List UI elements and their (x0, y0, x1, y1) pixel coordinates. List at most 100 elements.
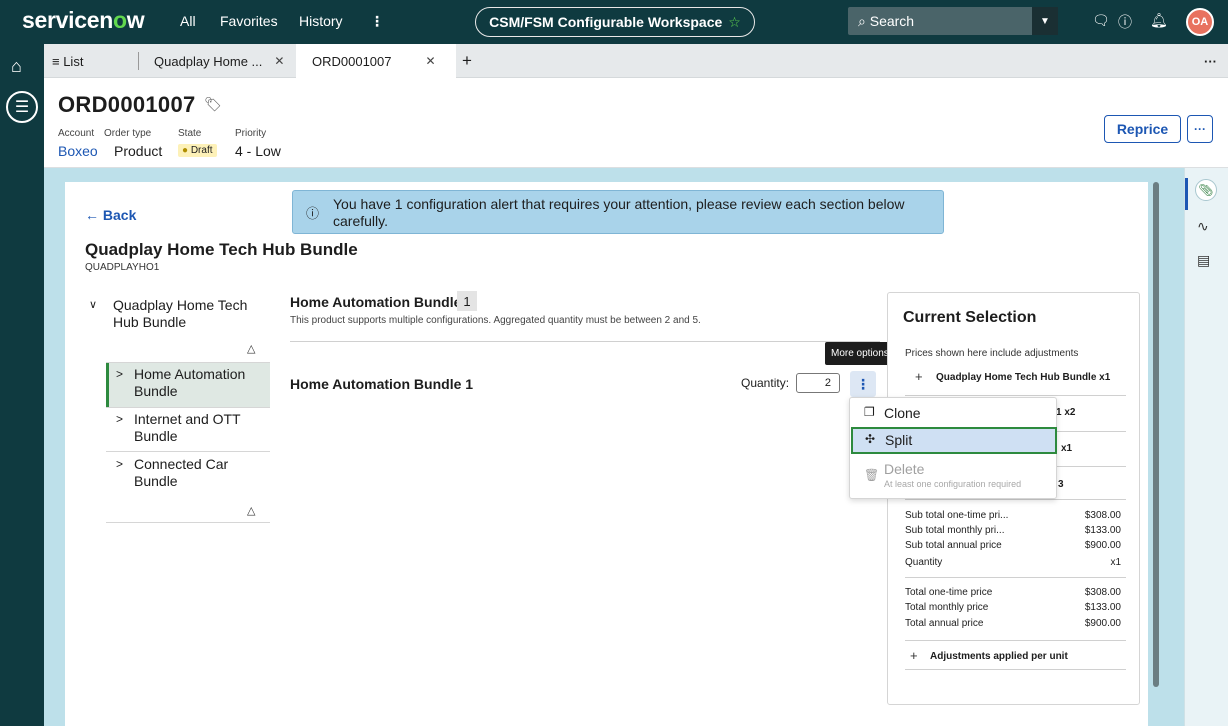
chat-icon[interactable]: 🗨︎ (1092, 12, 1110, 29)
warning-icon: △ (247, 505, 256, 517)
home-icon[interactable]: ⌂ (11, 56, 22, 77)
list-menu-icon[interactable]: ☰ (6, 91, 38, 123)
nav-favorites[interactable]: Favorites (220, 13, 278, 29)
delete-disabled-reason: At least one configuration required (884, 479, 1022, 489)
top-navigation: servicenow All Favorites History ⋮ CSM/F… (0, 0, 1228, 44)
tab-list[interactable]: ≡ List (52, 44, 83, 78)
search-scope-dropdown-icon[interactable]: ▼ (1032, 7, 1058, 35)
tree-item-internet-ott[interactable]: > Internet and OTT Bundle (106, 408, 270, 452)
close-icon[interactable]: ✕ (274, 54, 284, 68)
reprice-button[interactable]: Reprice (1104, 115, 1181, 143)
user-avatar[interactable]: OA (1186, 8, 1214, 36)
info-icon: ⓘ (306, 206, 320, 221)
field-label-account: Account (58, 128, 95, 139)
close-icon[interactable]: ✕ (426, 54, 436, 68)
order-type-value: Product (114, 143, 163, 159)
tab-overflow-icon[interactable]: ··· (1204, 44, 1217, 78)
config-count-badge: 1 (457, 291, 477, 311)
header-more-button[interactable]: ··· (1187, 115, 1213, 143)
plus-icon[interactable]: + (915, 369, 923, 384)
quantity-input[interactable]: 2 (796, 373, 840, 393)
tag-icon[interactable]: 🏷︎ (204, 96, 222, 113)
total-one-time: Total one-time price $308.00 (905, 587, 1121, 598)
price-note: Prices shown here include adjustments (905, 348, 1079, 359)
status-badge: ● Draft (178, 144, 217, 157)
subtotal-monthly: Sub total monthly pri... $133.00 (905, 525, 1121, 536)
quantity-row: Quantity x1 (905, 557, 1121, 568)
selection-line-1: 1 x2 (1056, 407, 1076, 418)
clone-icon: ❐ (864, 405, 875, 419)
configurator-panel: ← Back ⓘ You have 1 configuration alert … (65, 182, 1148, 726)
nav-all[interactable]: All (180, 13, 196, 29)
split-icon: ✣ (865, 432, 876, 446)
add-tab-button[interactable]: + (462, 44, 472, 78)
menu-item-clone[interactable]: ❐ Clone (850, 400, 1058, 427)
product-code: QUADPLAYHO1 (85, 262, 160, 273)
more-options-tooltip: More options (825, 342, 895, 365)
selection-divider (905, 395, 1126, 396)
tree-item-connected-car[interactable]: > Connected Car Bundle (106, 453, 270, 497)
total-annual: Total annual price $900.00 (905, 618, 1121, 629)
subtotal-one-time: Sub total one-time pri... $308.00 (905, 510, 1121, 521)
tree-divider (106, 522, 270, 523)
record-number: ORD0001007 (58, 92, 196, 117)
config-item-title: Home Automation Bundle 1 (290, 376, 474, 392)
selection-line-2: x1 (1061, 443, 1073, 454)
field-label-order-type: Order type (104, 128, 152, 139)
field-label-priority: Priority (235, 128, 267, 139)
config-heading: Home Automation Bundle (290, 294, 462, 310)
chevron-down-icon[interactable]: ∨ (89, 297, 97, 314)
current-selection-title: Current Selection (903, 309, 1037, 326)
notifications-bell-icon[interactable]: 🔔︎ (1150, 12, 1168, 29)
priority-value: 4 - Low (235, 143, 281, 159)
tree-divider (106, 451, 270, 452)
selection-divider (905, 669, 1126, 670)
tab-quadplay[interactable]: Quadplay Home ... ✕ (154, 44, 284, 78)
adjustments-toggle[interactable]: Adjustments applied per unit (930, 651, 1068, 662)
tree-item-home-automation[interactable]: > Home Automation Bundle (106, 363, 270, 407)
left-rail: ⌂ ☰ (0, 44, 44, 726)
trash-icon: 🗑︎ (864, 468, 880, 482)
config-divider (290, 341, 880, 342)
more-options-menu: ❐ Clone ✣ Split 🗑︎ Delete At least one c… (849, 397, 1057, 499)
nav-more-icon[interactable]: ⋮ (370, 13, 384, 30)
active-indicator (1185, 178, 1188, 210)
right-rail: 📎︎ ∿ ▤ (1184, 168, 1228, 726)
configuration-alert: ⓘ You have 1 configuration alert that re… (292, 190, 944, 234)
config-subtext: This product supports multiple configura… (290, 315, 701, 326)
activity-icon[interactable]: ∿ (1197, 218, 1209, 235)
servicenow-logo[interactable]: servicenow (22, 7, 145, 34)
panel-scrollbar[interactable] (1153, 182, 1159, 687)
selection-bundle[interactable]: Quadplay Home Tech Hub Bundle x1 (936, 372, 1110, 383)
chevron-right-icon[interactable]: > (116, 456, 123, 473)
search-input[interactable]: ⌕ Search (858, 13, 1032, 30)
workspace-selector[interactable]: CSM/FSM Configurable Workspace ☆ (475, 7, 755, 37)
warning-icon: △ (247, 343, 256, 355)
document-icon[interactable]: ▤ (1197, 252, 1210, 269)
back-link[interactable]: ← Back (85, 207, 136, 223)
star-icon[interactable]: ☆ (728, 14, 741, 31)
chevron-right-icon[interactable]: > (116, 366, 123, 383)
total-monthly: Total monthly price $133.00 (905, 602, 1121, 613)
tab-separator (138, 52, 139, 70)
quantity-label: Quantity: (741, 376, 790, 390)
plus-icon[interactable]: + (910, 648, 918, 663)
global-search[interactable]: ⌕ Search ▼ (848, 7, 1058, 35)
alert-message: You have 1 configuration alert that requ… (333, 196, 905, 229)
subtotal-annual: Sub total annual price $900.00 (905, 540, 1121, 551)
more-options-icon[interactable]: ⋮ (850, 371, 876, 397)
selection-divider (905, 640, 1126, 641)
attachment-icon[interactable]: 📎︎ (1195, 179, 1217, 201)
nav-history[interactable]: History (299, 13, 343, 29)
record-header: ORD0001007 🏷︎ Account Order type State P… (44, 78, 1228, 168)
menu-item-delete: 🗑︎ Delete At least one configuration req… (864, 461, 1022, 489)
help-icon[interactable]: ⓘ (1118, 12, 1132, 32)
field-label-state: State (178, 128, 202, 139)
chevron-right-icon[interactable]: > (116, 411, 123, 428)
account-link[interactable]: Boxeo (58, 143, 98, 159)
menu-item-split[interactable]: ✣ Split (851, 427, 1057, 454)
selection-line-3: 3 (1058, 479, 1064, 490)
tab-order[interactable]: ORD0001007 ✕ (296, 44, 456, 78)
product-title: Quadplay Home Tech Hub Bundle (85, 240, 358, 259)
tab-bar: ≡ List Quadplay Home ... ✕ ORD0001007 ✕ + … (44, 44, 1228, 78)
